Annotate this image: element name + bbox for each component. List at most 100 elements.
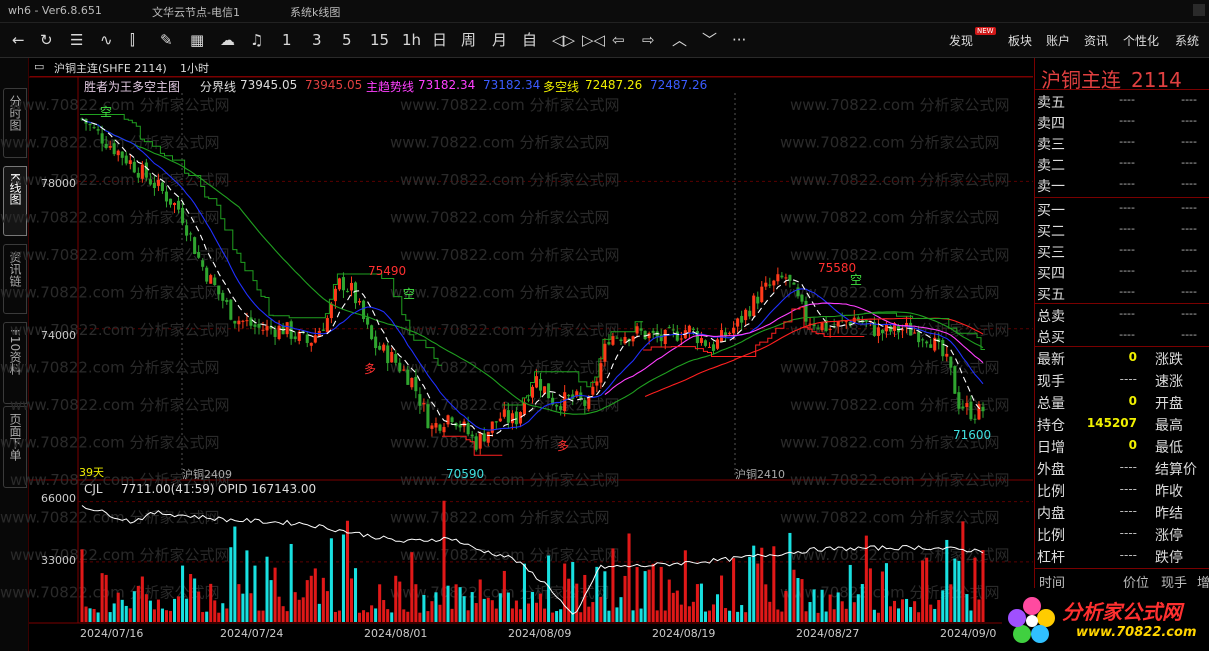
contract-switch-2410: 沪铜2410 — [735, 468, 785, 481]
app-version: wh6 - Ver6.8.651 — [8, 4, 102, 17]
volume-bar — [530, 592, 535, 622]
bid-row[interactable]: 买一 ---- ---- — [1035, 198, 1209, 219]
scroll-right-icon[interactable]: ⇨ — [642, 31, 655, 49]
volume-bar — [756, 563, 760, 622]
server-node[interactable]: 文华云节点-电信1 — [152, 4, 240, 20]
volume-bar — [884, 563, 888, 622]
volume-bar — [732, 558, 736, 622]
watermark: www.70822.com 分析家公式网 www.70822.com 分析家公式网… — [0, 96, 1010, 602]
volume-bar — [647, 569, 651, 622]
period-custom[interactable]: 自 — [522, 31, 537, 49]
period-1h[interactable]: 1h — [402, 31, 421, 49]
stat-row: 最新 0 涨跌 — [1035, 347, 1209, 369]
bid-row[interactable]: 买三 ---- ---- — [1035, 240, 1209, 261]
candle-body — [257, 323, 261, 328]
candle-body — [462, 421, 466, 427]
candle-body — [884, 324, 888, 332]
quote-list-icon[interactable]: ☰ — [70, 31, 83, 49]
stat-label-right: 涨停 — [1155, 528, 1183, 544]
tab-order[interactable]: 页面下单 — [3, 406, 27, 488]
scroll-up-icon[interactable]: ︿ — [672, 31, 687, 49]
volume-bar — [498, 593, 502, 622]
ask-row[interactable]: 卖三 ---- ---- — [1035, 132, 1209, 153]
close-icon[interactable] — [1193, 4, 1205, 16]
candle-body — [450, 417, 454, 423]
chart-menu-icon[interactable]: ▭ — [34, 60, 44, 73]
candle-body — [261, 329, 265, 331]
volume-indicator-name[interactable]: CJL — [84, 482, 103, 496]
volume-bar — [728, 610, 732, 622]
ask-row[interactable]: 卖一 ---- ---- — [1035, 174, 1209, 195]
menu-personalize[interactable]: 个性化 — [1123, 32, 1159, 49]
tab-kline[interactable]: K线图 — [3, 166, 27, 236]
candle-body — [740, 315, 744, 323]
volume-bar — [917, 612, 921, 622]
candle-body — [627, 338, 631, 342]
candle-body — [724, 332, 728, 337]
period-label[interactable]: 1小时 — [180, 60, 209, 76]
draw-tool-icon[interactable]: ✎ — [160, 31, 173, 49]
candle-body — [937, 338, 941, 343]
line-chart-icon[interactable]: ∿ — [100, 31, 113, 49]
volume-bar — [108, 612, 112, 622]
volume-bar — [136, 585, 140, 622]
candle-body — [172, 203, 177, 206]
kline-chart[interactable]: www.70822.com 分析家公式网 www.70822.com 分析家公式网… — [0, 0, 1209, 651]
ask-label: 卖四 — [1037, 116, 1065, 132]
candle-body — [828, 329, 832, 331]
more-icon[interactable]: ··· — [732, 31, 746, 49]
tab-timeshare[interactable]: 分时图 — [3, 88, 27, 158]
watermark-text: www.70822.com 分析家公式网 — [0, 284, 220, 302]
zoom-out-icon[interactable]: ▷◁ — [582, 31, 605, 49]
candle-body — [732, 327, 736, 334]
volume-bar — [474, 603, 478, 622]
zoom-in-icon[interactable]: ◁▷ — [552, 31, 575, 49]
menu-sector[interactable]: 板块 — [1008, 32, 1032, 49]
period-day[interactable]: 日 — [432, 31, 447, 49]
stop-step-line-green — [864, 312, 985, 350]
candle-body — [193, 237, 197, 255]
menu-account[interactable]: 账户 — [1046, 32, 1070, 49]
volume-bar — [402, 609, 406, 622]
ask-row[interactable]: 卖五 ---- ---- — [1035, 90, 1209, 111]
volume-bar — [96, 612, 100, 622]
candle-body — [378, 345, 382, 350]
tab-f10[interactable]: F10资料 — [3, 322, 27, 404]
volume-bar — [269, 580, 273, 622]
candle-body — [595, 381, 599, 386]
ask-row[interactable]: 卖二 ---- ---- — [1035, 153, 1209, 174]
bid-row[interactable]: 买二 ---- ---- — [1035, 219, 1209, 240]
bid-row[interactable]: 买五 ---- ---- — [1035, 282, 1209, 303]
stat-row: 现手 ---- 速涨 — [1035, 369, 1209, 391]
candle-body — [164, 191, 169, 202]
cloud-icon[interactable]: ☁ — [220, 31, 235, 49]
bid-row[interactable]: 买四 ---- ---- — [1035, 261, 1209, 282]
candle-body — [961, 406, 965, 409]
period-week[interactable]: 周 — [461, 31, 476, 49]
period-15min[interactable]: 15 — [370, 31, 389, 49]
indicator-name[interactable]: 胜者为王多空主图 — [84, 78, 180, 95]
refresh-icon[interactable]: ↻ — [40, 31, 53, 49]
ask-row[interactable]: 卖四 ---- ---- — [1035, 111, 1209, 132]
period-3min[interactable]: 3 — [312, 31, 322, 49]
menu-system[interactable]: 系统 — [1175, 32, 1199, 49]
period-1min[interactable]: 1 — [282, 31, 292, 49]
menu-news[interactable]: 资讯 — [1084, 32, 1108, 49]
menu-discover[interactable]: 发现 — [949, 32, 973, 49]
volume-bar — [808, 602, 812, 622]
volume-bars — [80, 500, 985, 622]
back-icon[interactable]: ← — [12, 31, 25, 49]
volume-bar — [225, 608, 229, 622]
tab-news-chain[interactable]: 资讯链 — [3, 244, 27, 314]
period-month[interactable]: 月 — [492, 31, 507, 49]
indicator-icon[interactable]: ▦ — [190, 31, 204, 49]
alert-bell-icon[interactable]: ♫ — [250, 31, 263, 49]
scroll-left-icon[interactable]: ⇦ — [612, 31, 625, 49]
candle-body — [909, 322, 913, 336]
contract-name[interactable]: 沪铜主连(SHFE 2114) — [54, 60, 167, 76]
candle-icon[interactable]: ⫿ — [130, 31, 135, 49]
indicator-value-trend: 73182.34 — [418, 78, 476, 92]
candle-body — [374, 336, 378, 349]
scroll-down-icon[interactable]: ﹀ — [702, 31, 717, 49]
period-5min[interactable]: 5 — [342, 31, 352, 49]
